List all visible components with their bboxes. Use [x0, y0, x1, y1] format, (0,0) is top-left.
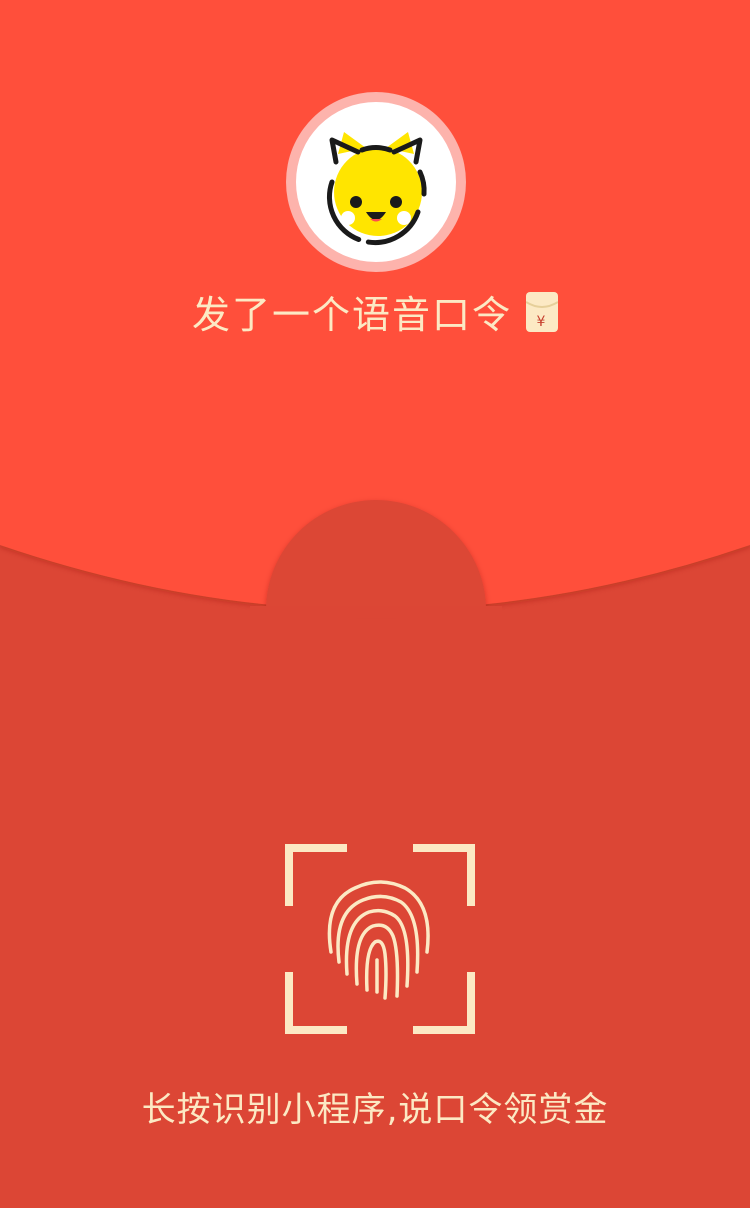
avatar-ring: [286, 92, 466, 272]
svg-text:¥: ¥: [537, 314, 548, 330]
red-envelope-icon: ¥: [526, 291, 558, 332]
headline-text: 发了一个语音口令: [191, 293, 512, 337]
fingerprint-icon: [285, 844, 475, 1034]
instruction-caption: 长按识别小程序,说口令领赏金: [141, 1090, 609, 1130]
avatar: [296, 102, 456, 262]
cat-face-icon: [326, 132, 427, 246]
headline: 发了一个语音口令 ¥: [0, 284, 750, 339]
fingerprint-scan-button[interactable]: [283, 842, 477, 1036]
